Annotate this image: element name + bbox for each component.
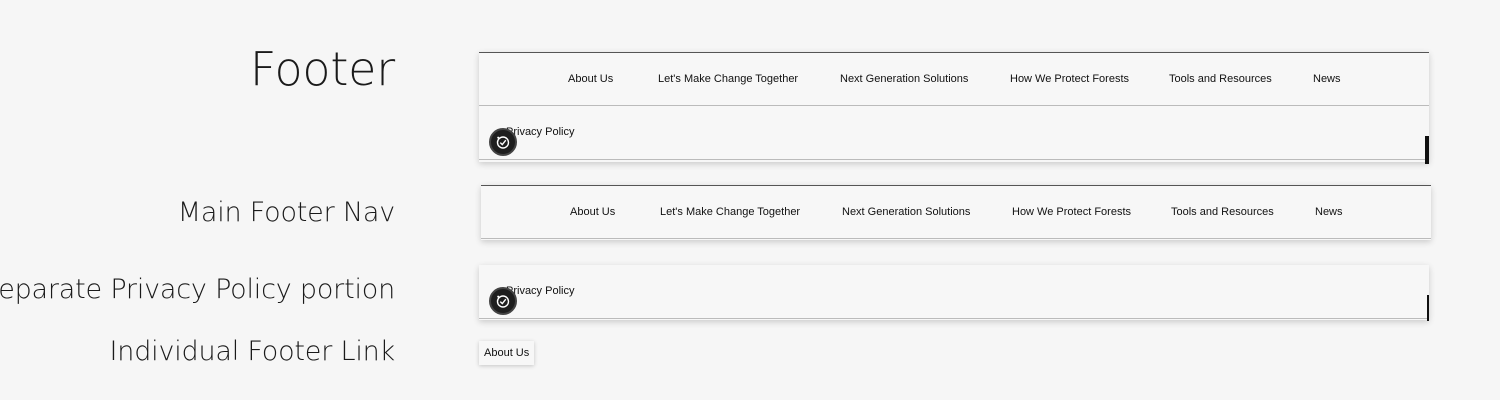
footer-link-next-generation[interactable]: Next Generation Solutions bbox=[840, 73, 968, 85]
privacy-portion-row: Privacy Policy bbox=[479, 265, 1429, 319]
privacy-portion-heading: Separate Privacy Policy portion bbox=[0, 274, 395, 305]
main-nav-link-news[interactable]: News bbox=[1315, 206, 1343, 218]
individual-footer-link[interactable]: About Us bbox=[479, 341, 535, 365]
privacy-portion-panel: Privacy Policy bbox=[479, 265, 1429, 321]
footer-panel: About Us Let's Make Change Together Next… bbox=[479, 52, 1429, 164]
privacy-row: Privacy Policy bbox=[479, 106, 1429, 160]
main-footer-nav-panel: About Us Let's Make Change Together Next… bbox=[481, 185, 1431, 240]
footer-link-make-change[interactable]: Let's Make Change Together bbox=[658, 73, 798, 85]
main-nav-link-next-generation[interactable]: Next Generation Solutions bbox=[842, 206, 970, 218]
footer-link-about-us[interactable]: About Us bbox=[568, 73, 613, 85]
main-footer-nav-heading: Main Footer Nav bbox=[177, 197, 395, 228]
main-footer-nav: About Us Let's Make Change Together Next… bbox=[481, 185, 1431, 239]
footer-nav: About Us Let's Make Change Together Next… bbox=[479, 52, 1429, 106]
privacy-settings-icon[interactable] bbox=[489, 128, 517, 156]
scrollbar[interactable] bbox=[1425, 136, 1429, 164]
privacy-policy-link[interactable]: Privacy Policy bbox=[506, 126, 574, 138]
privacy-settings-icon[interactable] bbox=[489, 287, 517, 315]
footer-link-protect-forests[interactable]: How We Protect Forests bbox=[1010, 73, 1129, 85]
individual-link-heading: Individual Footer Link bbox=[109, 336, 396, 367]
main-nav-link-make-change[interactable]: Let's Make Change Together bbox=[660, 206, 800, 218]
main-nav-link-protect-forests[interactable]: How We Protect Forests bbox=[1012, 206, 1131, 218]
main-nav-link-tools-resources[interactable]: Tools and Resources bbox=[1171, 206, 1274, 218]
footer-link-news[interactable]: News bbox=[1313, 73, 1341, 85]
footer-link-tools-resources[interactable]: Tools and Resources bbox=[1169, 73, 1272, 85]
privacy-portion-link[interactable]: Privacy Policy bbox=[506, 285, 574, 297]
main-nav-link-about-us[interactable]: About Us bbox=[570, 206, 615, 218]
footer-heading: Footer bbox=[249, 42, 395, 96]
scrollbar[interactable] bbox=[1427, 295, 1429, 321]
